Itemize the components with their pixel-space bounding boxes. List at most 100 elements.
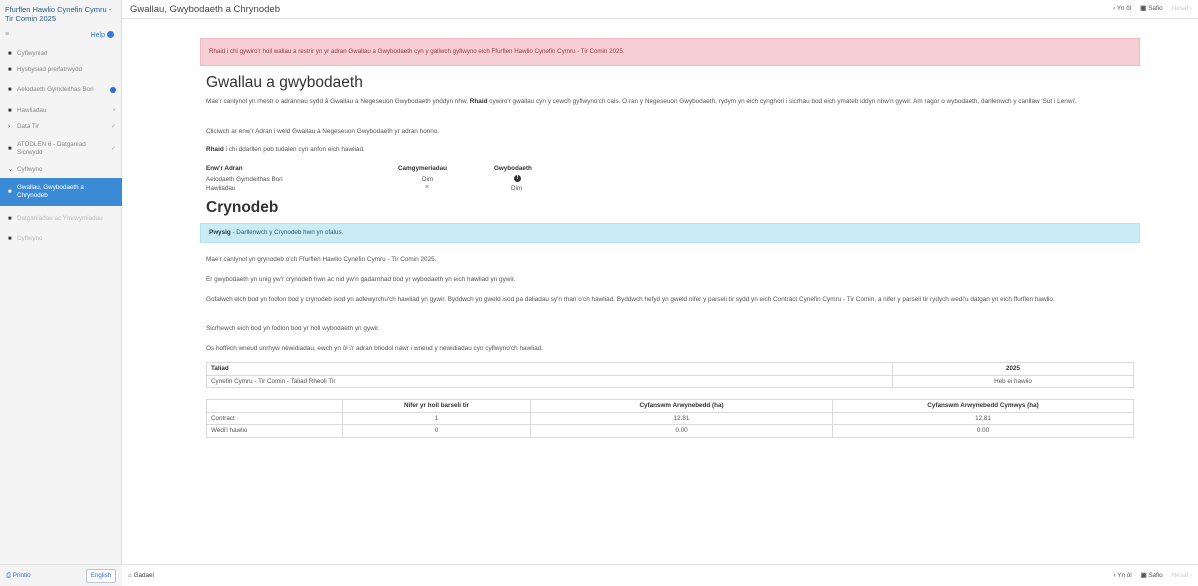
print-button[interactable]: ⎙ Printio <box>6 572 31 580</box>
payment-table: Taliad 2025 Cynefin Cymru - Tir Comin - … <box>206 362 1134 388</box>
top-bar: Gwallau, Gwybodaeth a Chrynodeb ‹ Yn ôl … <box>122 0 1198 19</box>
info-alert: Pwysig - Darllenwch y Crynodeb hwn yn of… <box>200 223 1140 243</box>
language-button[interactable]: English <box>86 569 116 583</box>
total-area-header: Cyfanswm Arwynebedd (ha) <box>530 399 833 413</box>
info-alert-bold: Pwysig <box>209 229 231 236</box>
sidebar-item[interactable]: ■ Cyflwyniad <box>0 46 122 62</box>
total-area: 12.81 <box>530 411 833 425</box>
summary-para-2: Er gwybodaeth yn unig yw'r crynodeb hwn … <box>206 276 516 283</box>
summary-para-4: Sicrhewch eich bod yn fodlon bod yr holl… <box>206 325 380 332</box>
errors-intro-post: cywiro'r gwallau cyn y cewch gyflwyno'ch… <box>487 98 1077 105</box>
info-value: Dim <box>511 185 523 192</box>
sidebar-item: ■ Datganiadau ac Ymrwymiadau <box>0 206 122 231</box>
sidebar-item[interactable]: › Data Tir ✓ <box>0 119 122 135</box>
chevron-down-icon: ⌄ <box>8 167 14 173</box>
square-icon: ■ <box>8 236 12 242</box>
errors-value: Dim <box>422 176 434 183</box>
sidebar-item-label: Cyflwyno <box>17 235 43 242</box>
next-button-bottom[interactable]: Nesaf › <box>1172 572 1192 579</box>
chevron-left-icon: ‹ <box>1113 572 1116 579</box>
sidebar-nav: ■ Cyflwyniad ■ Hysbysiad preifatrwydd ■ Aelod… <box>0 46 122 247</box>
print-label: Printio <box>12 572 31 579</box>
errors-intro: Mae'r canlynol yn rhestr o adrannau sydd… <box>206 97 1136 107</box>
sidebar-tools: ≡ Help <box>5 31 117 41</box>
summary-para-3: Gofalwch eich bod yn fodlon bod y crynod… <box>206 296 1055 303</box>
next-label: Nesaf <box>1171 572 1189 579</box>
parcel-table: Nifer yr holl barseli tir Cyfanswm Arwyn… <box>206 399 1134 438</box>
save-icon: ▣ <box>1140 5 1147 12</box>
parcel-count-header: Nifer yr holl barseli tir <box>342 399 531 413</box>
must-read-bold: Rhaid <box>206 146 224 153</box>
error-x-icon: × <box>112 107 116 114</box>
sidebar-item[interactable]: ■ Hawliadau × <box>0 102 122 119</box>
exit-button[interactable]: ⌂ Gadael <box>128 572 154 579</box>
payment-status: Heb ei hawlio <box>892 374 1134 388</box>
sidebar-item[interactable]: ⌄ Cyflwyno <box>0 162 122 178</box>
check-icon: ✓ <box>110 124 116 130</box>
table-row: Cynefin Cymru - Tir Comin - Taliad Rheol… <box>206 374 1134 388</box>
sidebar-item-label: Hysbysiad preifatrwydd <box>17 66 83 73</box>
sidebar-item[interactable]: ■ Hysbysiad preifatrwydd <box>0 62 122 78</box>
sidebar-item-label: Hawliadau <box>17 106 47 114</box>
page-title: Gwallau, Gwybodaeth a Chrynodeb <box>130 4 280 15</box>
help-link[interactable]: Help <box>91 31 114 39</box>
next-label: Nesaf <box>1171 4 1189 12</box>
next-button[interactable]: Nesaf › <box>1172 5 1192 12</box>
total-area: 0.00 <box>530 424 833 438</box>
summary-para-5: Os hoffech wneud unrhyw newidiadau, ewch… <box>206 345 543 352</box>
section-link-grazing-association[interactable]: Aelodaeth Gymdeithas Bori <box>206 176 283 183</box>
home-icon: ⌂ <box>128 572 132 579</box>
payment-col-header: Taliad <box>206 362 893 376</box>
sidebar-item-label: Data Tir <box>17 123 40 130</box>
sidebar-item-label: Aelodaeth Gymdeithas Bori <box>17 86 94 93</box>
errors-heading: Gwallau a gwybodaeth <box>206 74 363 91</box>
save-label: Safio <box>1148 572 1163 579</box>
row-label: Contract <box>206 411 343 425</box>
blank-col-header <box>206 399 343 413</box>
sidebar-footer: ⎙ Printio English <box>0 564 122 586</box>
col-section-header: Enw'r Adran <box>206 165 243 172</box>
errors-intro-pre: Mae'r canlynol yn rhestr o adrannau sydd… <box>206 98 470 105</box>
save-button[interactable]: ▣ Safio <box>1140 4 1163 12</box>
back-button[interactable]: ‹ Yn ôl <box>1113 5 1131 12</box>
table-row: Contract 1 12.81 12.81 <box>206 411 1134 425</box>
square-icon: ■ <box>8 51 12 57</box>
info-icon-glyph: ! <box>514 175 521 182</box>
sidebar-item[interactable]: ■ Aelodaeth Gymdeithas Bori <box>0 78 122 102</box>
chevron-left-icon: ‹ <box>1113 4 1116 12</box>
row-label: Wedi'i hawlio <box>206 424 343 438</box>
save-button-bottom[interactable]: ▣ Safio <box>1141 572 1163 579</box>
table-header-row: Nifer yr holl barseli tir Cyfanswm Arwyn… <box>206 399 1134 413</box>
errors-must-read: Rhaid i chi ddarllen pob tudalen cyn anf… <box>206 145 1136 155</box>
sidebar-item-label: Cyflwyno <box>17 166 43 173</box>
sidebar-item[interactable]: ■ Gwallau, Gwybodaeth a Chrynodeb <box>0 178 122 206</box>
back-button-bottom[interactable]: ‹ Yn ôl <box>1114 572 1132 579</box>
info-icon: ! <box>514 174 521 182</box>
chevron-right-icon: › <box>8 124 10 130</box>
errors-instruction: Cliciwch ar enw'r Adran i weld Gwallau a… <box>206 128 440 135</box>
sidebar-item: ■ Cyflwyno <box>0 231 122 247</box>
square-icon: ■ <box>8 67 12 73</box>
chevron-right-icon: › <box>1189 4 1192 12</box>
summary-heading: Crynodeb <box>206 199 279 216</box>
year-col-header: 2025 <box>892 362 1134 376</box>
info-alert-text: - Darllenwch y Crynodeb hwn yn ofalus. <box>230 229 344 236</box>
collapse-icon[interactable]: ≡ <box>5 31 9 38</box>
bottom-bar: ⌂ Gadael ‹ Yn ôl ▣ Safio Nesaf › <box>122 564 1198 586</box>
exit-label: Gadael <box>133 572 154 579</box>
eligible-area: 12.81 <box>832 411 1134 425</box>
section-link-claims[interactable]: Hawliadau <box>206 185 235 192</box>
sidebar-item[interactable]: ■ ATODLEN 6 - Datganiad Sicrwydd ✓ <box>0 135 122 162</box>
help-label: Help <box>90 32 105 39</box>
eligible-area-header: Cyfanswm Arwynebedd Cymwys (ha) <box>832 399 1134 413</box>
top-toolbar: ‹ Yn ôl ▣ Safio Nesaf › <box>1113 4 1192 13</box>
square-icon: ■ <box>8 189 12 195</box>
app-window: Ffurflen Hawlio Cynefin Cymru - Tir Comi… <box>0 0 1198 586</box>
form-title: Ffurflen Hawlio Cynefin Cymru - Tir Comi… <box>5 5 112 23</box>
parcel-count: 0 <box>342 424 531 438</box>
square-icon: ■ <box>8 215 12 222</box>
summary-para-1: Mae'r canlynol yn grynodeb o'ch Ffurflen… <box>206 256 437 263</box>
must-read-text: i chi ddarllen pob tudalen cyn anfon eic… <box>223 146 365 153</box>
chevron-right-icon: › <box>1189 572 1192 579</box>
bottom-toolbar: ‹ Yn ôl ▣ Safio Nesaf › <box>1114 572 1192 579</box>
